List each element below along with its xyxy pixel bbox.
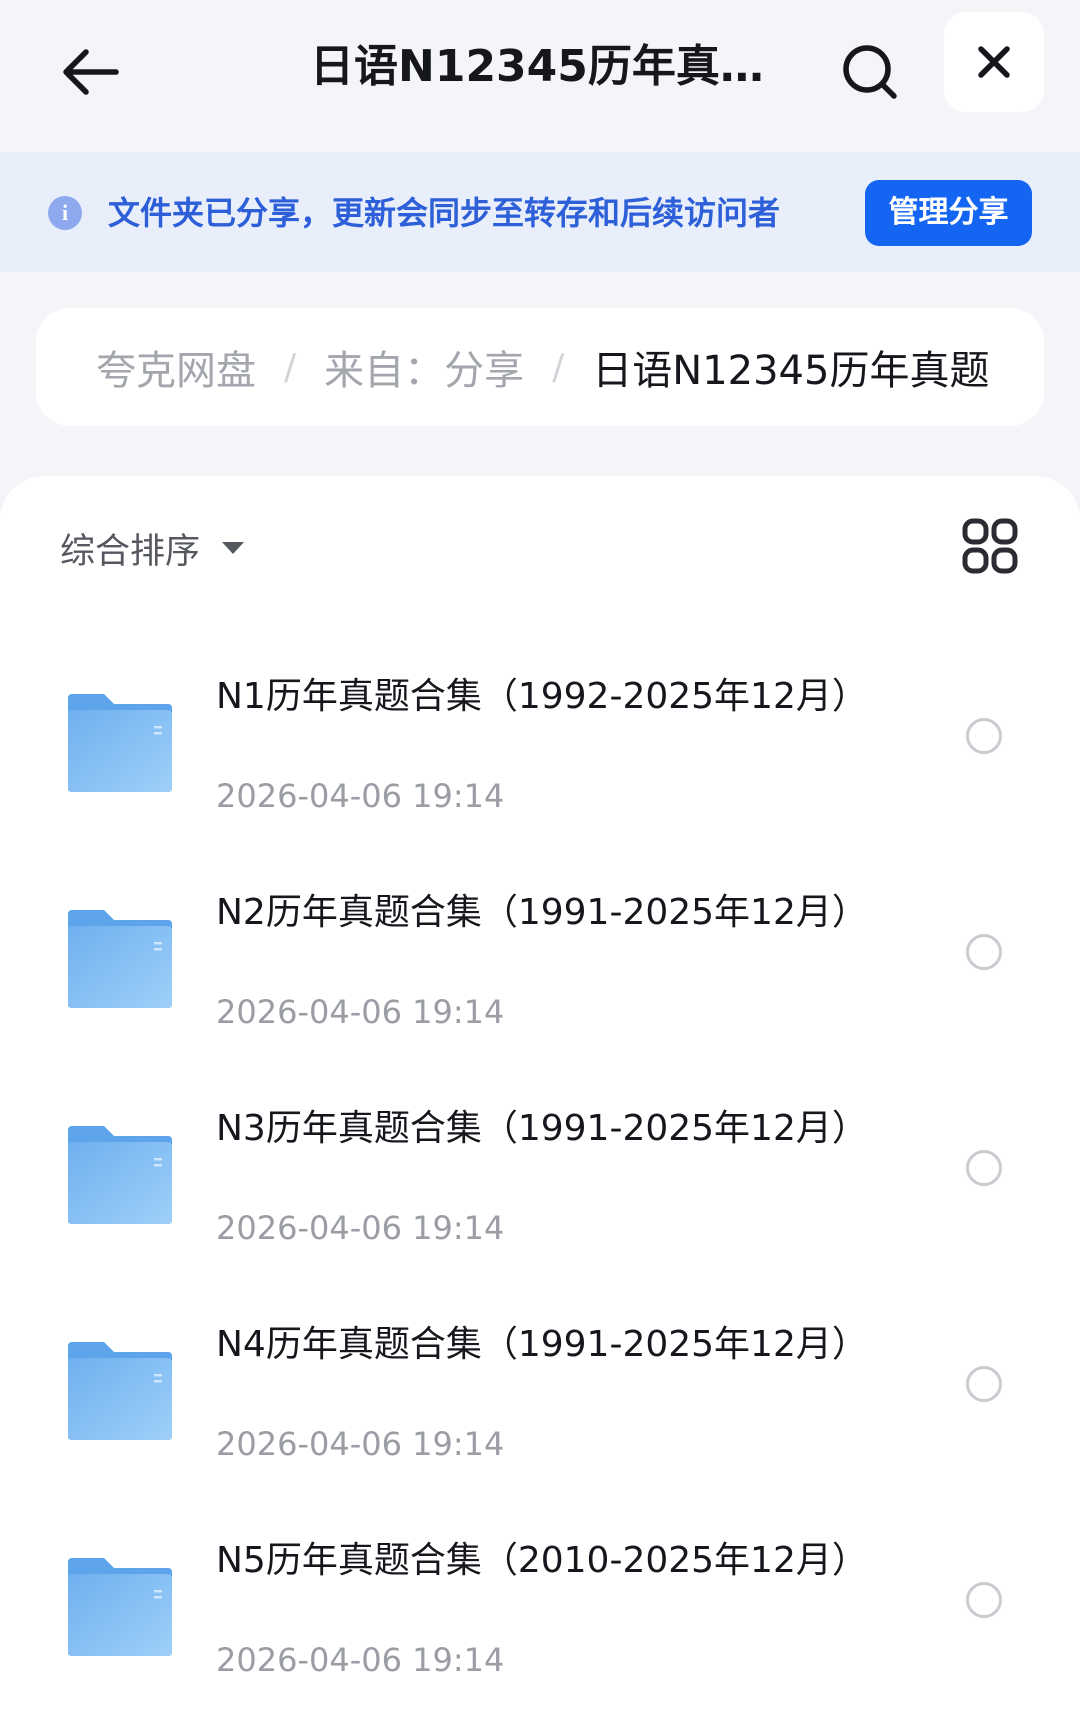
- share-folder-page: 日语N12345历年真… i 文件夹已分享，更新会同步至转存和后续访问者 管理分…: [0, 0, 1080, 1714]
- breadcrumb-row: 夸克网盘 / 来自：分享 / 日语N12345历年真题: [96, 308, 1026, 426]
- close-button[interactable]: [944, 12, 1044, 112]
- file-date: 2026-04-06 19:14: [216, 777, 505, 815]
- breadcrumb-source[interactable]: 来自：分享: [324, 338, 524, 396]
- manage-share-button[interactable]: 管理分享: [865, 180, 1032, 246]
- folder-icon: [68, 1342, 172, 1440]
- list-item[interactable]: N4历年真题合集（1991-2025年12月） 2026-04-06 19:14: [0, 1276, 1080, 1492]
- arrow-left-icon: [63, 49, 119, 95]
- breadcrumb-separator: /: [552, 346, 565, 388]
- search-icon: [843, 45, 897, 99]
- select-checkbox[interactable]: [966, 934, 1002, 970]
- list-item[interactable]: N2历年真题合集（1991-2025年12月） 2026-04-06 19:14: [0, 844, 1080, 1060]
- grid-view-button[interactable]: [960, 516, 1020, 576]
- folder-icon: [68, 1126, 172, 1224]
- share-notice-banner: i 文件夹已分享，更新会同步至转存和后续访问者 管理分享: [0, 152, 1080, 272]
- select-checkbox[interactable]: [966, 1582, 1002, 1618]
- search-button[interactable]: [820, 22, 920, 122]
- back-button[interactable]: [40, 22, 140, 122]
- caret-down-icon: [222, 542, 245, 554]
- list-item[interactable]: N1历年真题合集（1992-2025年12月） 2026-04-06 19:14: [0, 628, 1080, 844]
- breadcrumb-root[interactable]: 夸克网盘: [96, 338, 256, 396]
- info-icon: i: [48, 196, 82, 230]
- file-name: N1历年真题合集（1992-2025年12月）: [216, 676, 868, 717]
- select-checkbox[interactable]: [966, 718, 1002, 754]
- file-date: 2026-04-06 19:14: [216, 1641, 505, 1679]
- file-date: 2026-04-06 19:14: [216, 1425, 505, 1463]
- folder-icon: [68, 910, 172, 1008]
- file-date: 2026-04-06 19:14: [216, 993, 505, 1031]
- list-item[interactable]: N3历年真题合集（1991-2025年12月） 2026-04-06 19:14: [0, 1060, 1080, 1276]
- select-checkbox[interactable]: [966, 1150, 1002, 1186]
- file-name: N4历年真题合集（1991-2025年12月）: [216, 1324, 868, 1365]
- list-item[interactable]: N5历年真题合集（2010-2025年12月） 2026-04-06 19:14: [0, 1492, 1080, 1708]
- file-name: N2历年真题合集（1991-2025年12月）: [216, 892, 868, 933]
- select-checkbox[interactable]: [966, 1366, 1002, 1402]
- sort-label: 综合排序: [60, 531, 201, 572]
- file-name: N5历年真题合集（2010-2025年12月）: [216, 1540, 868, 1581]
- breadcrumb: 夸克网盘 / 来自：分享 / 日语N12345历年真题: [36, 308, 1044, 426]
- sort-dropdown[interactable]: 综合排序: [60, 520, 245, 576]
- file-date: 2026-04-06 19:14: [216, 1209, 505, 1247]
- file-name: N3历年真题合集（1991-2025年12月）: [216, 1108, 868, 1149]
- top-bar: 日语N12345历年真…: [0, 0, 1080, 152]
- share-notice-text: 文件夹已分享，更新会同步至转存和后续访问者: [108, 194, 781, 232]
- page-title: 日语N12345历年真…: [310, 41, 764, 92]
- breadcrumb-separator: /: [284, 346, 297, 388]
- file-list-panel: 综合排序 N1历年真题合集（1992-2025年12月） 2026-04-06 …: [0, 476, 1080, 1714]
- breadcrumb-current: 日语N12345历年真题: [592, 348, 990, 394]
- close-icon: [978, 46, 1010, 78]
- grid-view-icon: [962, 518, 1018, 574]
- folder-icon: [68, 1558, 172, 1656]
- folder-icon: [68, 694, 172, 792]
